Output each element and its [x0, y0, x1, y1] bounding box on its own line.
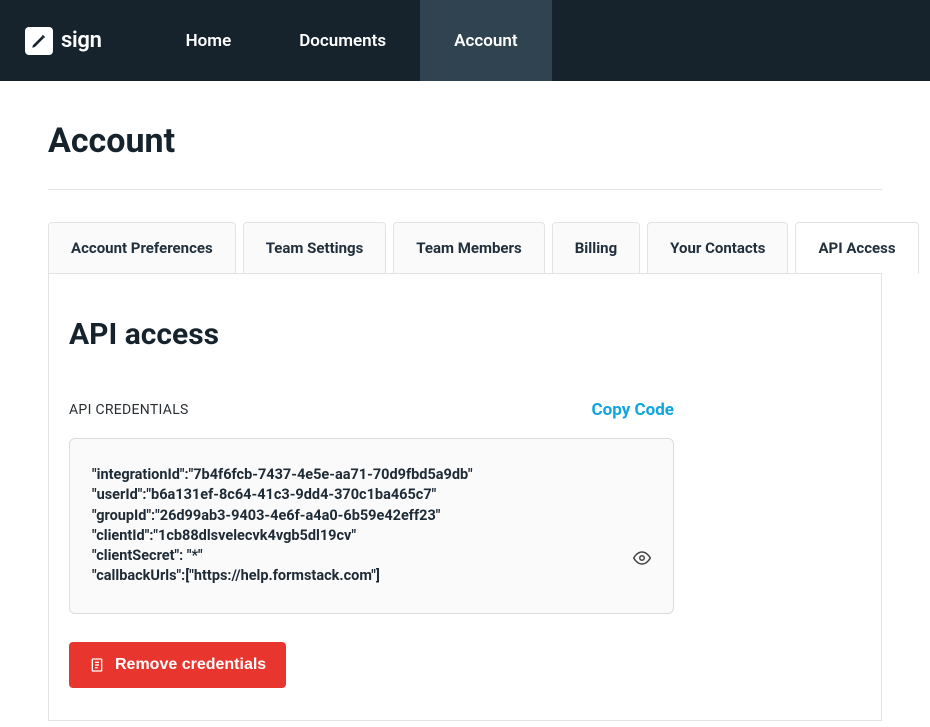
nav-documents[interactable]: Documents — [265, 0, 420, 81]
tab-panel-api-access: API access API CREDENTIALS Copy Code "in… — [48, 273, 882, 721]
nav-account[interactable]: Account — [420, 0, 551, 81]
brand-name: sign — [61, 28, 102, 53]
brand-logo[interactable]: sign — [25, 27, 102, 55]
tab-api-access[interactable]: API Access — [795, 222, 918, 274]
code-line: "groupId":"26d99ab3-9403-4e6f-a4a0-6b59e… — [92, 506, 651, 526]
eye-icon[interactable] — [633, 549, 651, 571]
top-nav: sign Home Documents Account — [0, 0, 930, 81]
tabs: Account Preferences Team Settings Team M… — [48, 222, 882, 274]
code-line: "integrationId":"7b4f6fcb-7437-4e5e-aa71… — [92, 465, 651, 485]
section-title: API access — [69, 317, 861, 352]
pen-icon — [25, 27, 53, 55]
credentials-code-box: "integrationId":"7b4f6fcb-7437-4e5e-aa71… — [69, 438, 674, 614]
copy-code-link[interactable]: Copy Code — [592, 400, 674, 420]
tab-billing[interactable]: Billing — [552, 222, 640, 274]
credentials-header: API CREDENTIALS Copy Code — [69, 400, 674, 420]
tab-team-settings[interactable]: Team Settings — [243, 222, 387, 274]
page-container: Account Account Preferences Team Setting… — [0, 81, 930, 721]
remove-credentials-label: Remove credentials — [115, 656, 266, 674]
tab-team-members[interactable]: Team Members — [393, 222, 544, 274]
document-icon — [89, 657, 105, 673]
code-line: "clientSecret": "*" — [92, 546, 651, 566]
credentials-label: API CREDENTIALS — [69, 402, 189, 418]
code-line: "callbackUrls":["https://help.formstack.… — [92, 566, 651, 586]
page-title: Account — [48, 121, 882, 190]
code-line: "userId":"b6a131ef-8c64-41c3-9dd4-370c1b… — [92, 485, 651, 505]
code-line: "clientId":"1cb88dlsvelecvk4vgb5dl19cv" — [92, 526, 651, 546]
tab-your-contacts[interactable]: Your Contacts — [647, 222, 788, 274]
remove-credentials-button[interactable]: Remove credentials — [69, 642, 286, 688]
tab-account-preferences[interactable]: Account Preferences — [48, 222, 236, 274]
nav-home[interactable]: Home — [152, 0, 266, 81]
nav-items: Home Documents Account — [152, 0, 552, 81]
